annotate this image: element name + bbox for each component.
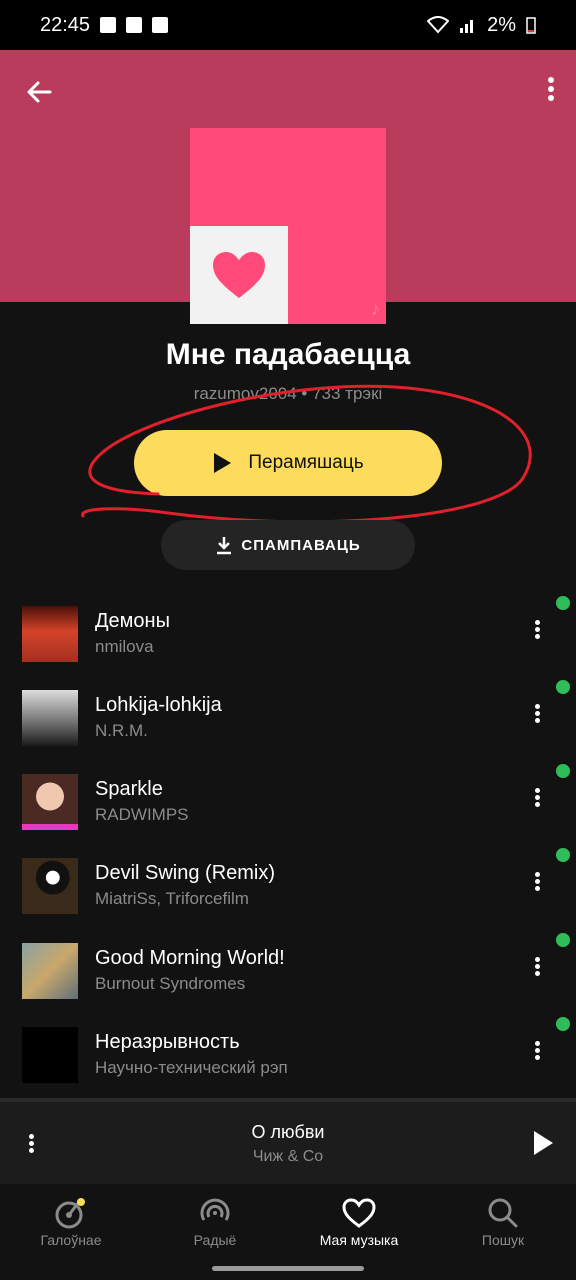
track-row[interactable]: Демоны nmilova [0,596,576,682]
album-art [22,774,78,830]
status-time: 22:45 [40,13,91,36]
track-row[interactable]: Неразрывность Научно-технический рэп [0,1017,576,1103]
nav-label: Радыё [193,1232,237,1248]
track-more-button[interactable] [532,786,542,816]
track-row[interactable]: Devil Swing (Remix) MiatriSs, Triforcefi… [0,848,576,934]
wifi-icon [427,16,450,34]
search-icon [488,1198,518,1228]
signal-icon [460,20,474,33]
album-art [22,943,78,999]
downloaded-check-icon [556,680,570,694]
now-playing-artist: Чиж & Co [252,1148,324,1165]
notification-icon [126,17,143,33]
track-title: Devil Swing (Remix) [95,862,276,884]
now-playing-title: О любви [251,1122,325,1142]
track-artist: MiatriSs, Triforcefilm [95,889,249,908]
track-title: Демоны [95,610,170,632]
shuffle-play-button[interactable]: Перамяшаць [134,430,442,496]
nav-home[interactable]: Галоўнае [6,1194,136,1248]
track-artist: N.R.M. [95,721,148,740]
more-options-button[interactable] [546,74,556,110]
downloaded-check-icon [556,596,570,610]
album-art [22,690,78,746]
track-row[interactable]: Good Morning World! Burnout Syndromes [0,933,576,1019]
home-icon [55,1198,85,1229]
back-button[interactable] [22,74,58,110]
track-row[interactable]: Lohkija-lohkija N.R.M. [0,680,576,766]
track-more-button[interactable] [532,702,542,732]
arrow-left-icon [27,81,52,103]
play-icon [214,453,232,473]
nav-label: Мая музыка [319,1232,399,1248]
album-art [22,858,78,914]
home-indicator[interactable] [212,1266,364,1271]
track-more-button[interactable] [532,870,542,900]
album-art [22,1027,78,1083]
track-title: Sparkle [95,778,163,800]
download-button[interactable]: СПАМПАВАЦЬ [161,520,415,570]
nav-radio[interactable]: Радыё [150,1194,280,1248]
heart-icon [342,1198,376,1228]
track-artist: nmilova [95,637,154,656]
nav-label: Галоўнае [40,1232,102,1248]
downloaded-check-icon [556,933,570,947]
battery-level: 2% [487,13,516,36]
downloaded-check-icon [556,764,570,778]
track-title: Неразрывность [95,1031,240,1053]
battery-icon [526,17,536,34]
playlist-meta: razumov2004 • 733 трэкі [193,384,383,403]
nav-search[interactable]: Пошук [438,1194,568,1248]
nav-label: Пошук [481,1232,525,1248]
downloaded-check-icon [556,848,570,862]
track-artist: Burnout Syndromes [95,974,246,993]
track-artist: RADWIMPS [95,805,189,824]
notification-icon [100,17,117,33]
playlist-title: Мне падабаецца [165,338,411,371]
status-bar: 22:45 2% [0,0,576,50]
downloaded-check-icon [556,1017,570,1031]
shuffle-play-label: Перамяшаць [248,452,364,473]
track-title: Lohkija-lohkija [95,694,222,716]
album-art [22,606,78,662]
download-label: СПАМПАВАЦЬ [241,536,361,554]
track-more-button[interactable] [532,1039,542,1069]
download-icon [217,537,232,555]
track-row[interactable]: Sparkle RADWIMPS [0,764,576,850]
track-title: Good Morning World! [95,947,285,969]
playlist-cover: ♪ [190,128,386,324]
track-more-button[interactable] [532,955,542,985]
mini-player[interactable]: О любви Чиж & Co [0,1098,576,1184]
heart-icon [213,252,265,298]
nav-my-music[interactable]: Мая музыка [294,1194,424,1248]
play-icon[interactable] [532,1130,554,1156]
radio-icon [200,1198,230,1221]
track-artist: Научно-технический рэп [95,1058,288,1077]
music-note-icon: ♪ [371,299,380,319]
track-more-button[interactable] [532,618,542,648]
notification-icon [152,17,169,33]
